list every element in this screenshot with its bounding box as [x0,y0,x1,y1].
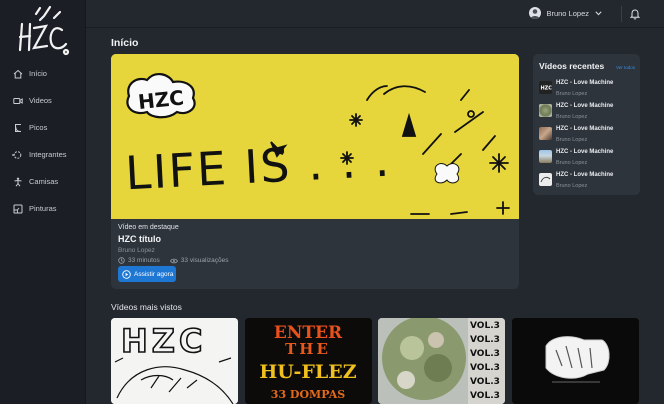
most-viewed-card[interactable]: ENTER THE HU-FLEZ 33 DOMPAS [245,318,372,404]
svg-text:THE: THE [285,340,331,358]
recent-video-author: Bruno Lopez [556,160,588,166]
sidebar-item-label: Início [29,69,47,78]
video-thumbnail: HZC [111,318,238,404]
duration-stat: 33 minutos [118,257,160,264]
svg-text:VOL.3: VOL.3 [470,377,500,387]
views-stat: 33 visualizações [169,257,229,264]
sidebar-item-camisas[interactable]: Camisas [0,168,86,195]
recent-video-item[interactable]: HZC - Love Machine Bruno Lopez [539,103,637,123]
svg-text:HZC: HZC [541,86,553,92]
sidebar-item-label: Picos [29,123,48,132]
recent-videos-header: Vídeos recentes Ver todos [539,61,635,71]
sidebar-item-integrantes[interactable]: Integrantes [0,141,86,168]
recent-video-author: Bruno Lopez [556,137,588,143]
most-viewed-card[interactable]: VOL.3 VOL.3 VOL.3 VOL.3 VOL.3 VOL.3 [378,318,505,404]
most-viewed-card[interactable]: HZC [111,318,238,404]
recent-video-item[interactable]: HZC - Love Machine Bruno Lopez [539,126,637,146]
recent-video-thumbnail [539,150,552,163]
svg-text:HZC: HZC [137,85,185,114]
members-icon [12,149,23,160]
featured-title[interactable]: HZC título [118,234,239,244]
recent-video-item[interactable]: HZC - Love Machine Bruno Lopez [539,149,637,169]
eye-icon [169,258,178,263]
video-thumbnail: ENTER THE HU-FLEZ 33 DOMPAS [245,318,372,404]
sidebar-item-label: Videos [29,96,52,105]
see-all-link[interactable]: Ver todos [616,65,635,70]
chevron-down-icon [595,10,602,15]
recent-video-thumbnail [539,104,552,117]
user-menu[interactable]: Bruno Lopez [529,7,602,19]
sidebar-item-label: Pinturas [29,204,57,213]
featured-video-card: HZC LIFE IS . . . Vídeo em destaque HZC … [111,54,519,289]
featured-meta: Vídeo em destaque HZC título Bruno Lopez… [118,224,239,264]
sidebar-item-videos[interactable]: Videos [0,87,86,114]
svg-text:VOL.3: VOL.3 [470,335,500,345]
video-icon [12,95,23,106]
ramp-icon [12,122,23,133]
recent-video-author: Bruno Lopez [556,183,588,189]
divider [621,6,622,22]
recent-video-title: HZC - Love Machine [556,80,614,86]
recent-video-title: HZC - Love Machine [556,172,614,178]
svg-text:33 DOMPAS: 33 DOMPAS [271,388,345,401]
page-title: Início [111,37,139,49]
sidebar-item-inicio[interactable]: Início [0,60,86,87]
featured-eyebrow: Vídeo em destaque [118,224,179,231]
most-viewed-title: Vídeos mais vistos [111,302,182,312]
bell-icon[interactable] [630,8,640,20]
recent-video-thumbnail [539,173,552,186]
recent-video-item[interactable]: HZC HZC - Love Machine Bruno Lopez [539,80,637,100]
watch-now-button[interactable]: Assistir agora [118,266,176,282]
svg-text:VOL.3: VOL.3 [470,321,500,331]
svg-text:VOL.3: VOL.3 [470,349,500,359]
svg-text:HU-FLEZ: HU-FLEZ [259,361,356,383]
video-thumbnail [512,318,639,404]
play-circle-icon [122,269,131,279]
svg-text:HZC: HZC [121,322,206,360]
sidebar-item-label: Integrantes [29,150,67,159]
sidebar-item-picos[interactable]: Picos [0,114,86,141]
top-bar: Bruno Lopez [86,0,664,28]
hzc-logo[interactable] [14,4,72,58]
sidebar-item-label: Camisas [29,177,59,186]
svg-text:VOL.3: VOL.3 [470,363,500,373]
featured-stats: 33 minutos 33 visualizações [118,257,239,264]
recent-video-thumbnail [539,127,552,140]
sidebar-item-pinturas[interactable]: Pinturas [0,195,86,222]
home-icon [12,68,23,79]
recent-video-author: Bruno Lopez [556,91,588,97]
views-text: 33 visualizações [180,257,229,264]
recent-video-title: HZC - Love Machine [556,149,614,155]
recent-videos-panel: Vídeos recentes Ver todos HZC HZC - Love… [533,54,640,195]
recent-video-title: HZC - Love Machine [556,126,614,132]
avatar [529,7,542,19]
user-name: Bruno Lopez [546,8,589,18]
recent-video-author: Bruno Lopez [556,114,588,120]
duration-text: 33 minutos [128,257,160,264]
sidebar: Início Videos Picos Integrantes Camisas [0,0,86,404]
featured-author: Bruno Lopez [118,247,155,254]
recent-video-item[interactable]: HZC - Love Machine Bruno Lopez [539,172,637,192]
watch-now-label: Assistir agora [134,270,174,278]
shirt-icon [12,176,23,187]
sidebar-nav: Início Videos Picos Integrantes Camisas [0,60,86,222]
most-viewed-card[interactable] [512,318,639,404]
painting-icon [12,203,23,214]
recent-video-title: HZC - Love Machine [556,103,614,109]
featured-video-thumbnail[interactable]: HZC LIFE IS . . . [111,54,519,219]
recent-videos-title: Vídeos recentes [539,61,605,71]
svg-text:VOL.3: VOL.3 [470,391,500,401]
recent-video-thumbnail: HZC [539,81,552,94]
clock-icon [118,257,125,264]
video-thumbnail: VOL.3 VOL.3 VOL.3 VOL.3 VOL.3 VOL.3 [378,318,505,404]
